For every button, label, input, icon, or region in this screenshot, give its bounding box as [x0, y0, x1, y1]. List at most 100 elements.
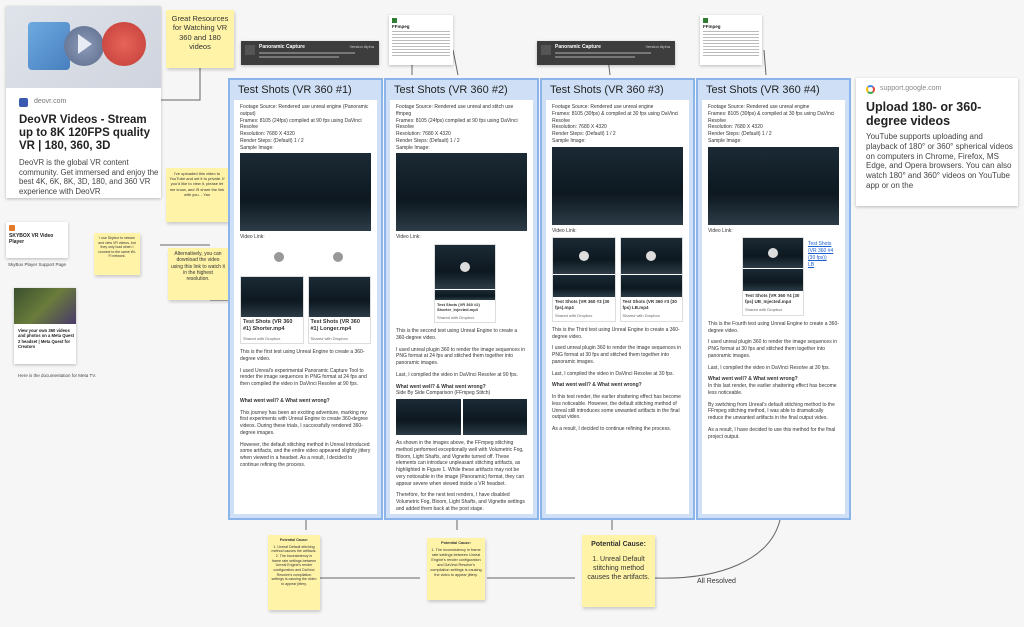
- deovr-domain: deovr.com: [34, 98, 67, 105]
- skybox-link-card[interactable]: SKYBOX VR Video Player: [6, 222, 68, 258]
- skybox-title: SKYBOX VR Video Player: [9, 233, 54, 245]
- file-name[interactable]: Test Shots (VR 360 #2) Shorter_Injected.…: [435, 300, 495, 315]
- sample-image: [708, 146, 839, 225]
- column-1-title: Test Shots (VR 360 #1): [238, 84, 352, 96]
- body: I used unreal plugin 360 to render the i…: [552, 345, 681, 365]
- meta-title: View your own 360 videos and photos on a…: [18, 328, 75, 349]
- went-heading: What went well? & What went wrong?: [396, 383, 486, 390]
- video-link-label: Video Link:: [396, 234, 421, 241]
- video-link-label: Video Link:: [552, 227, 577, 234]
- play-icon[interactable]: [333, 252, 344, 262]
- sticky-skybox-note[interactable]: I use Skybox to stream and view VR video…: [94, 233, 140, 275]
- compare-image-2: [462, 399, 527, 436]
- sample-image: [552, 146, 683, 225]
- shared-label: Shared with Dropbox: [310, 335, 348, 341]
- compare-label: Side By Side Comparison (FFmpeg Stitch): [396, 390, 491, 397]
- body: I used Unreal's experimental Panoramic C…: [240, 367, 367, 388]
- spec: Sample Image:: [396, 144, 430, 151]
- file-name[interactable]: Test Shots (VR 360 #4 (30 fps) UB_Inject…: [743, 291, 803, 307]
- spec: Sample Image:: [708, 137, 742, 144]
- body: As shown in the images above, the FFmpeg…: [396, 440, 525, 487]
- youtube-description: YouTube supports uploading and playback …: [866, 132, 1013, 190]
- shared-label: Shared with Dropbox: [745, 307, 783, 313]
- pano-title-2: Panoramic Capture: [555, 44, 601, 50]
- sticky-cause-main[interactable]: Potential Cause: 1. Unreal Default stitc…: [582, 535, 655, 607]
- compare-image-1: [396, 399, 461, 436]
- file-thumb[interactable]: [743, 238, 803, 269]
- body: In this test render, the earlier shatter…: [552, 394, 681, 421]
- body: This is the first test using Unreal Engi…: [240, 349, 365, 362]
- spec: Footage Source: Rendered use unreal engi…: [552, 104, 654, 110]
- file-name[interactable]: Test Shots (VR 360 #1) Shorter.mp4: [241, 317, 303, 336]
- column-test-3[interactable]: Test Shots (VR 360 #3) Footage Source: R…: [540, 78, 695, 520]
- shared-label: Shared with Dropbox: [243, 335, 281, 341]
- pano-desc-line-3: [555, 52, 651, 54]
- body: Last, I compiled the video in DaVinci Re…: [708, 364, 830, 371]
- video-thumbs: [240, 244, 371, 270]
- spec: Resolution: 7680 X 4320: [240, 131, 295, 137]
- sticky-resources-text: Great Resources for Watching VR 360 and …: [171, 14, 229, 52]
- video-link-label: Video Link:: [708, 227, 733, 234]
- video-hyperlink[interactable]: Test Shots (VR 360 #4 (30 fps)) LB: [808, 241, 834, 316]
- youtube-link-card[interactable]: support.google.com Upload 180- or 360-de…: [856, 78, 1018, 206]
- cause-main-text: 1. Unreal Default stitching method cause…: [587, 556, 650, 582]
- deovr-link-card[interactable]: deovr.com DeoVR Videos - Stream up to 8K…: [6, 6, 161, 198]
- sticky-uploaded-text: I've uploaded this video to YouTube and …: [169, 171, 225, 197]
- ffmpeg-link-card-2[interactable]: FFmpeg: [700, 15, 762, 65]
- column-test-1[interactable]: Test Shots (VR 360 #1) Footage Source: R…: [228, 78, 383, 520]
- ffmpeg-icon-2: [703, 18, 708, 23]
- meta-doc-note: Here is the documentation for Meta TV.: [18, 373, 97, 378]
- play-icon[interactable]: [578, 251, 589, 262]
- pano-link-card-2[interactable]: Panoramic Capture Version Alpha: [537, 41, 675, 65]
- body: I used unreal plugin 360 to render the i…: [396, 346, 525, 367]
- column-1-doc: Footage Source: Rendered use unreal engi…: [234, 100, 377, 514]
- google-g-icon: [866, 85, 875, 94]
- shared-label: Shared with Dropbox: [437, 314, 475, 320]
- deovr-preview-image: [6, 6, 161, 88]
- meta-link-card[interactable]: View your own 360 videos and photos on a…: [14, 288, 76, 364]
- sticky-resources[interactable]: Great Resources for Watching VR 360 and …: [166, 10, 234, 68]
- ffmpeg-link-card-1[interactable]: FFmpeg: [389, 15, 453, 65]
- pano-icon-2: [541, 45, 551, 55]
- file-thumb[interactable]: [435, 245, 495, 289]
- column-test-2[interactable]: Test Shots (VR 360 #2) Footage Source: R…: [384, 78, 539, 520]
- video-link-label: Video Link:: [240, 234, 265, 241]
- pano-badge-2: Version Alpha: [645, 44, 670, 49]
- body: This is the Fourth test using Unreal Eng…: [708, 320, 839, 334]
- cause-1-title: Potential Cause:: [279, 538, 309, 542]
- spec: Render Steps: (Default) 1 / 2: [708, 131, 772, 137]
- sticky-download[interactable]: Alternatively, you can download the vide…: [168, 248, 228, 300]
- file-thumb[interactable]: [308, 277, 370, 317]
- sticky-cause-1[interactable]: Potential Cause: 1. Unreal Default stitc…: [268, 535, 320, 610]
- sample-image: [240, 153, 371, 232]
- spec: Render Steps: (Default) 1 / 2: [240, 137, 304, 144]
- ffmpeg-icon: [392, 18, 397, 23]
- file-name[interactable]: Test Shots (VR 360 #1) Longer.mp4: [309, 317, 371, 336]
- spec: Frames: 8105 (24fps) compiled at 90 fps …: [396, 117, 518, 131]
- play-icon[interactable]: [768, 248, 778, 259]
- sticky-cause-2[interactable]: Potential Cause: 1. The inconsistency in…: [427, 538, 485, 600]
- pano-icon: [245, 45, 255, 55]
- file-thumb-b: [553, 275, 615, 298]
- sample-image: [396, 153, 527, 232]
- ffmpeg-title: FFmpeg: [392, 24, 410, 29]
- cause-1-text: 1. Unreal Default stitching method cause…: [271, 544, 317, 587]
- meta-preview-image: [14, 288, 76, 324]
- file-thumb[interactable]: [553, 238, 615, 275]
- play-icon[interactable]: [460, 262, 470, 272]
- column-test-4[interactable]: Test Shots (VR 360 #4) Footage Source: R…: [696, 78, 851, 520]
- file-name[interactable]: Test Shots (VR 360 #3 (30 fps).mp4: [553, 297, 615, 313]
- sticky-uploaded[interactable]: I've uploaded this video to YouTube and …: [166, 168, 228, 222]
- body: As a result, I have decided to use this …: [708, 426, 836, 440]
- went-heading: What went well? & What went wrong?: [708, 376, 798, 383]
- file-name[interactable]: Test Shots (VR 360 #3 (30 fps) LB.mp4: [621, 297, 683, 313]
- file-thumb[interactable]: [241, 277, 303, 317]
- pano-link-card-1[interactable]: Panoramic Capture Version Alpha: [241, 41, 379, 65]
- spec: Footage Source: Rendered use unreal engi…: [708, 104, 810, 110]
- file-thumb[interactable]: [620, 238, 682, 275]
- ffmpeg-desc-lines: [392, 31, 450, 57]
- play-icon[interactable]: [646, 251, 657, 262]
- sticky-skybox-note-text: I use Skybox to stream and view VR video…: [98, 236, 136, 259]
- play-icon[interactable]: [274, 252, 285, 262]
- shared-label: Shared with Dropbox: [555, 313, 593, 319]
